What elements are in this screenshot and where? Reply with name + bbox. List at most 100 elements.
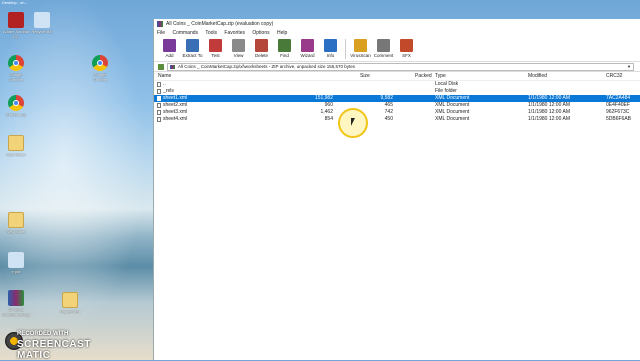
extract-to-button[interactable]: Extract To (181, 37, 204, 58)
file-modified: 1/1/1980 12:00 AM (528, 116, 570, 122)
test-button[interactable]: Test (204, 37, 227, 58)
file-type: XML Document (435, 95, 470, 101)
file-row[interactable]: sheet2.xml 960 465 XML Document 1/1/1980 12:… (154, 102, 640, 109)
desktop-caption: Desktop - sh... (2, 0, 28, 5)
desktop-icon-folder-2[interactable]: New folder (2, 212, 30, 234)
file-type: XML Document (435, 116, 470, 122)
delete-icon (255, 39, 268, 52)
file-icon (157, 82, 161, 87)
header-size[interactable]: Size (360, 72, 370, 80)
up-folder-button[interactable] (158, 63, 164, 70)
desktop-icon-folder[interactable]: New folder (2, 135, 30, 157)
file-size: 854 (324, 116, 333, 122)
chrome-icon (8, 55, 24, 71)
winrar-window: All Coins _ CoinMarketCap.zip (evaluatio… (153, 19, 640, 360)
header-type[interactable]: Type (435, 72, 446, 80)
comment-button[interactable]: Comment (372, 37, 395, 58)
file-row[interactable]: sheet3.xml 1,462 742 XML Document 1/1/1980 1… (154, 109, 640, 116)
file-row[interactable]: .. Local Disk (154, 81, 640, 88)
file-packed: 742 (384, 109, 393, 115)
menu-options[interactable]: Options (252, 30, 269, 36)
file-type: XML Document (435, 102, 470, 108)
file-crc32: 962F673C (606, 109, 630, 115)
desktop-icon-rar[interactable]: All Coins CoinMarketCap (2, 290, 30, 317)
desktop-icon-chrome[interactable]: Google Chrome (2, 55, 30, 82)
desktop-icon-acrobat[interactable]: Adobe Acrobat DC (2, 12, 30, 39)
delete-button[interactable]: Delete (250, 37, 273, 58)
file-name: .. (163, 81, 166, 87)
sfx-button[interactable]: SFX (395, 37, 418, 58)
file-name: _rels (163, 88, 174, 94)
header-packed[interactable]: Packed (415, 72, 432, 80)
file-row[interactable]: sheet1.xml 151,982 9,582 XML Document 1/1/19… (154, 95, 640, 102)
winrar-app-icon (157, 21, 163, 27)
extract-icon (186, 39, 199, 52)
chrome-icon (8, 95, 24, 111)
view-button[interactable]: View (227, 37, 250, 58)
menu-file[interactable]: File (157, 30, 165, 36)
file-icon (157, 110, 161, 115)
menu-commands[interactable]: Commands (172, 30, 198, 36)
desktop-icon-chrome-2[interactable]: Google Chrome (86, 55, 114, 82)
address-bar: All Coins _ CoinMarketCap.zip\xl\workshe… (154, 62, 640, 72)
file-packed: 450 (384, 116, 393, 122)
file-crc32: 7AC2A484 (606, 95, 631, 101)
file-name: sheet2.xml (163, 102, 188, 108)
view-icon (232, 39, 245, 52)
chevron-down-icon[interactable]: ▼ (627, 64, 631, 70)
file-name: sheet4.xml (163, 116, 188, 122)
header-modified[interactable]: Modified (528, 72, 547, 80)
desktop-icon-recycle-bin[interactable]: Recycle Bin (28, 12, 56, 34)
mouse-cursor-icon (351, 118, 355, 126)
add-button[interactable]: Add (158, 37, 181, 58)
file-size: 1,462 (320, 109, 333, 115)
find-button[interactable]: Find (273, 37, 296, 58)
header-crc32[interactable]: CRC32 (606, 72, 622, 80)
file-type: File folder (435, 88, 457, 94)
acrobat-icon (8, 12, 24, 28)
wizard-icon (301, 39, 314, 52)
file-size: 151,982 (314, 95, 333, 101)
file-crc32: 5DB6F6AB (606, 116, 632, 122)
virusscan-icon (354, 39, 367, 52)
file-modified: 1/1/1980 12:00 AM (528, 95, 570, 101)
file-icon (157, 96, 161, 101)
file-modified: 1/1/1980 12:00 AM (528, 102, 570, 108)
file-icon (157, 89, 161, 94)
recycle-bin-icon (34, 12, 50, 28)
menu-bar: File Commands Tools Favorites Options He… (154, 29, 640, 37)
document-icon (8, 252, 24, 268)
file-icon (157, 103, 161, 108)
file-type: Local Disk (435, 81, 459, 87)
file-crc32: 0E4F40EF (606, 102, 630, 108)
menu-help[interactable]: Help (277, 30, 287, 36)
chrome-icon (92, 55, 108, 71)
file-row[interactable]: sheet4.xml 854 450 XML Document 1/1/1980 12:… (154, 116, 640, 123)
comment-icon (377, 39, 390, 52)
virusscan-button[interactable]: VirusScan (349, 37, 372, 58)
file-type: XML Document (435, 109, 470, 115)
desktop-icon-chrome-3[interactable]: Chrome (2) (2, 95, 30, 117)
desktop-icon-epdf[interactable]: e pdf (2, 252, 30, 274)
folder-icon (8, 212, 24, 228)
info-button[interactable]: Info (319, 37, 342, 58)
folder-icon (62, 292, 78, 308)
wizard-button[interactable]: Wizard (296, 37, 319, 58)
file-packed: 465 (384, 102, 393, 108)
path-field[interactable]: All Coins _ CoinMarketCap.zip\xl\workshe… (167, 62, 634, 71)
menu-favorites[interactable]: Favorites (224, 30, 245, 36)
header-name[interactable]: Name (158, 72, 171, 80)
winrar-archive-icon (8, 290, 24, 306)
toolbar: Add Extract To Test View Delete Find Wiz… (154, 37, 640, 62)
screencast-watermark: RECORDED WITH SCREENCAST MATIC (3, 328, 115, 361)
file-name: sheet1.xml (163, 95, 188, 101)
window-title: All Coins _ CoinMarketCap.zip (evaluatio… (166, 21, 274, 27)
desktop-icon-paperform[interactable]: PaperForm (56, 292, 84, 314)
menu-tools[interactable]: Tools (205, 30, 217, 36)
file-icon (157, 117, 161, 122)
column-headers: Name Size Packed Type Modified CRC32 (154, 72, 640, 81)
file-row[interactable]: _rels File folder (154, 88, 640, 95)
test-icon (209, 39, 222, 52)
window-titlebar[interactable]: All Coins _ CoinMarketCap.zip (evaluatio… (154, 19, 640, 29)
file-name: sheet3.xml (163, 109, 188, 115)
